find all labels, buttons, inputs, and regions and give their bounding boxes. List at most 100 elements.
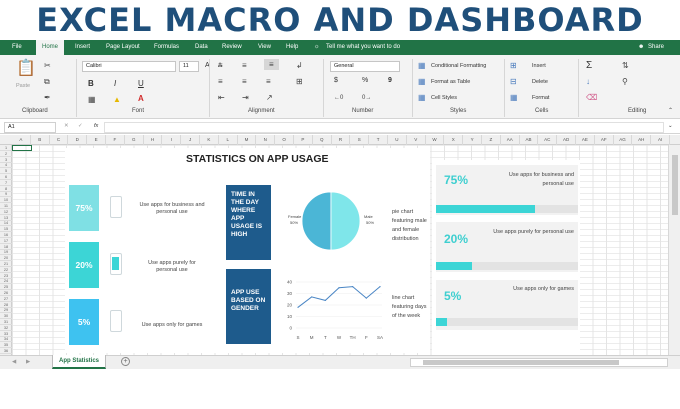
column-header[interactable]: N: [256, 135, 276, 145]
tab-review[interactable]: Review: [222, 40, 242, 55]
clear-icon[interactable]: ⌫: [586, 93, 597, 102]
format-as-table-button[interactable]: Format as Table: [431, 79, 470, 85]
format-as-table-icon[interactable]: ▦: [418, 77, 426, 86]
bold-button[interactable]: B: [88, 79, 94, 88]
increase-indent-icon[interactable]: ⇥: [242, 93, 249, 102]
column-header[interactable]: V: [407, 135, 426, 145]
vertical-scrollbar[interactable]: [668, 145, 680, 355]
tab-view[interactable]: View: [258, 40, 271, 55]
column-header[interactable]: AF: [595, 135, 614, 145]
tell-me-search[interactable]: Tell me what you want to do: [326, 40, 400, 55]
fx-button[interactable]: fx: [94, 123, 98, 129]
horizontal-scroll-thumb[interactable]: [423, 360, 619, 365]
column-header[interactable]: L: [219, 135, 238, 145]
vertical-scroll-thumb[interactable]: [672, 155, 678, 215]
column-header[interactable]: O: [275, 135, 294, 145]
column-header[interactable]: T: [369, 135, 388, 145]
font-name-select[interactable]: Calibri: [82, 61, 176, 72]
conditional-formatting-icon[interactable]: ▦: [418, 61, 426, 70]
align-right-icon[interactable]: ≡: [266, 77, 271, 86]
cell-styles-icon[interactable]: ▦: [418, 93, 426, 102]
sort-filter-icon[interactable]: ⇅: [622, 61, 629, 70]
format-painter-icon[interactable]: ✒: [44, 93, 51, 102]
tab-formulas[interactable]: Formulas: [154, 40, 179, 55]
column-header[interactable]: AH: [632, 135, 652, 145]
format-cells-icon[interactable]: ▦: [510, 93, 518, 102]
paste-icon[interactable]: 📋: [16, 61, 36, 77]
decrease-indent-icon[interactable]: ⇤: [218, 93, 225, 102]
format-cells-button[interactable]: Format: [532, 95, 549, 101]
column-header[interactable]: J: [181, 135, 200, 145]
autosum-button[interactable]: Σ: [586, 60, 592, 71]
column-header[interactable]: B: [31, 135, 50, 145]
orientation-icon[interactable]: ↗: [266, 93, 273, 102]
horizontal-scrollbar[interactable]: [410, 358, 668, 367]
column-header[interactable]: AE: [576, 135, 595, 145]
tab-file[interactable]: File: [12, 40, 22, 55]
align-left-icon[interactable]: ≡: [218, 77, 223, 86]
column-header[interactable]: S: [350, 135, 370, 145]
column-header[interactable]: AB: [520, 135, 539, 145]
column-header[interactable]: U: [388, 135, 407, 145]
insert-cells-button[interactable]: Insert: [532, 63, 546, 69]
column-header[interactable]: Q: [313, 135, 332, 145]
italic-button[interactable]: I: [114, 79, 116, 88]
tab-home[interactable]: Home: [36, 40, 65, 55]
column-header[interactable]: X: [444, 135, 464, 145]
prev-sheet-icon[interactable]: ◀: [12, 359, 16, 365]
collapse-ribbon-icon[interactable]: ⌃: [668, 107, 673, 116]
column-header[interactable]: M: [238, 135, 257, 145]
align-center-icon[interactable]: ≡: [242, 77, 247, 86]
column-header[interactable]: R: [332, 135, 351, 145]
column-header[interactable]: AA: [501, 135, 520, 145]
decrease-decimal-icon[interactable]: 0→: [362, 94, 371, 103]
column-header[interactable]: AD: [557, 135, 576, 145]
column-header[interactable]: K: [200, 135, 219, 145]
column-header[interactable]: F: [106, 135, 125, 145]
cell-styles-button[interactable]: Cell Styles: [431, 95, 457, 101]
align-top-icon[interactable]: ≡: [218, 61, 223, 70]
column-header[interactable]: AG: [614, 135, 633, 145]
conditional-formatting-button[interactable]: Conditional Formatting: [431, 63, 486, 69]
add-sheet-button[interactable]: +: [121, 357, 130, 366]
number-format-select[interactable]: General: [330, 61, 400, 72]
tab-insert[interactable]: Insert: [75, 40, 90, 55]
column-header[interactable]: AC: [538, 135, 558, 145]
sheet-tab-app-statistics[interactable]: App Statistics: [52, 355, 107, 369]
font-color-icon[interactable]: A: [138, 94, 144, 103]
enter-formula-icon[interactable]: ✓: [78, 123, 83, 129]
tab-help[interactable]: Help: [286, 40, 298, 55]
formula-input[interactable]: [104, 122, 664, 133]
merge-center-icon[interactable]: ⊞: [296, 77, 303, 86]
column-header[interactable]: E: [87, 135, 106, 145]
column-header[interactable]: G: [125, 135, 144, 145]
fill-color-icon[interactable]: ▲: [113, 95, 121, 104]
column-header[interactable]: D: [68, 135, 88, 145]
column-header[interactable]: AI: [651, 135, 670, 145]
name-box[interactable]: A1: [4, 122, 56, 133]
wrap-text-icon[interactable]: ↲: [296, 61, 303, 70]
currency-button[interactable]: $: [334, 77, 338, 84]
insert-cells-icon[interactable]: ⊞: [510, 61, 517, 70]
delete-cells-button[interactable]: Delete: [532, 79, 548, 85]
cut-icon[interactable]: ✂: [44, 61, 51, 70]
paste-button[interactable]: Paste: [16, 83, 30, 89]
row-header[interactable]: 36: [0, 348, 12, 354]
cancel-formula-icon[interactable]: ✕: [64, 123, 69, 129]
column-header[interactable]: C: [50, 135, 69, 145]
column-header[interactable]: A: [12, 135, 31, 145]
find-select-icon[interactable]: ⚲: [622, 77, 628, 86]
comma-button[interactable]: 9: [388, 77, 392, 84]
column-header[interactable]: H: [144, 135, 163, 145]
column-header[interactable]: Y: [463, 135, 482, 145]
copy-icon[interactable]: ⧉: [44, 77, 50, 86]
borders-icon[interactable]: ▦: [88, 95, 96, 104]
fill-icon[interactable]: ↓: [586, 77, 590, 86]
delete-cells-icon[interactable]: ⊟: [510, 77, 517, 86]
column-header[interactable]: I: [162, 135, 182, 145]
column-header[interactable]: W: [426, 135, 445, 145]
align-middle-icon[interactable]: ≡: [242, 61, 247, 70]
tab-page-layout[interactable]: Page Layout: [106, 40, 140, 55]
column-header[interactable]: P: [294, 135, 313, 145]
percent-button[interactable]: %: [362, 77, 368, 84]
